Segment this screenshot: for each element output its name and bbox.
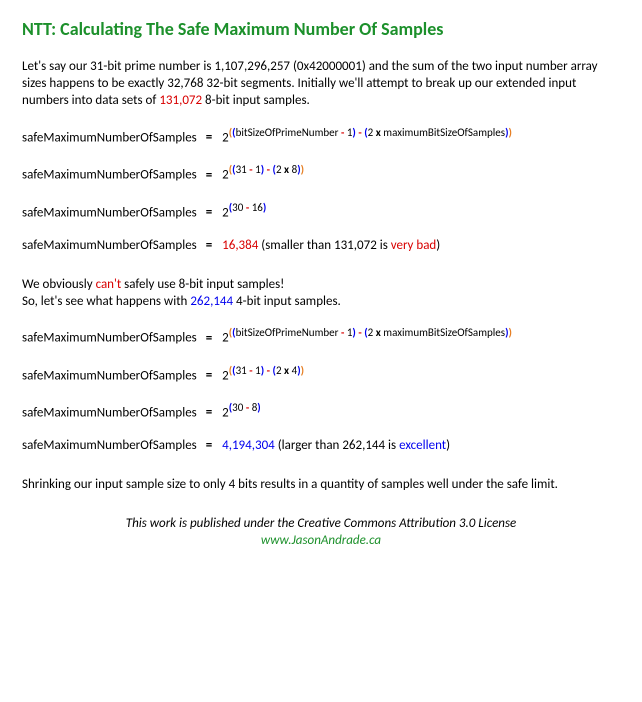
equals-sign: = xyxy=(206,130,213,145)
result-value: 16,384 xyxy=(222,238,258,253)
equation-1: safeMaximumNumberOfSamples = 2((bitSizeO… xyxy=(22,126,620,147)
page-title: NTT: Calculating The Safe Maximum Number… xyxy=(22,18,620,41)
exp-30: 30 xyxy=(232,201,243,214)
equals-sign: = xyxy=(206,331,213,346)
eq-exponent: ((31 - 1) - (2 x 8)) xyxy=(229,163,304,176)
equals-sign: = xyxy=(206,205,213,220)
intro-text-c: 8-bit input samples. xyxy=(202,93,310,108)
mid-e: 262,144 xyxy=(190,294,233,309)
result-tail-a: (larger than 262,144 is xyxy=(275,438,399,453)
equals-sign: = xyxy=(206,368,213,383)
exp-16: 16 xyxy=(252,201,263,214)
eq-base: 2 xyxy=(222,405,229,420)
footer: This work is published under the Creativ… xyxy=(22,516,620,550)
eq-base: 2 xyxy=(222,205,229,220)
eq-exponent: (30 - 8) xyxy=(229,401,261,414)
equation-3: safeMaximumNumberOfSamples = 2(30 - 16) xyxy=(22,201,620,222)
conclusion-paragraph: Shrinking our input sample size to only … xyxy=(22,477,620,494)
exp-two: 2 xyxy=(368,326,374,339)
equation-4-result: safeMaximumNumberOfSamples = 16,384 (sma… xyxy=(22,238,620,255)
intro-count: 131,072 xyxy=(159,93,202,108)
author-link[interactable]: www.JasonAndrade.ca xyxy=(261,533,381,548)
exp-mult: x xyxy=(376,326,381,339)
eq-base: 2 xyxy=(222,331,229,346)
eq-lhs: safeMaximumNumberOfSamples xyxy=(22,168,197,183)
exp-mult: x xyxy=(284,364,289,377)
eq-exponent: ((bitSizeOfPrimeNumber - 1) - (2 x maxim… xyxy=(229,126,512,139)
exp-max: maximumBitSizeOfSamples xyxy=(383,126,505,139)
exp-mult: x xyxy=(376,126,381,139)
eq-lhs: safeMaximumNumberOfSamples xyxy=(22,438,197,453)
equation-5: safeMaximumNumberOfSamples = 2((bitSizeO… xyxy=(22,326,620,347)
result-tail-b: excellent xyxy=(399,438,446,453)
mid-paragraph: We obviously can't safely use 8-bit inpu… xyxy=(22,277,620,311)
mid-a: We obviously xyxy=(22,277,96,292)
result-tail-c: ) xyxy=(446,438,450,453)
exp-two: 2 xyxy=(276,163,282,176)
equals-sign: = xyxy=(206,168,213,183)
eq-lhs: safeMaximumNumberOfSamples xyxy=(22,405,197,420)
eq-lhs: safeMaximumNumberOfSamples xyxy=(22,205,197,220)
exp-bits: bitSizeOfPrimeNumber xyxy=(236,126,339,139)
eq-base: 2 xyxy=(222,168,229,183)
eq-exponent: ((31 - 1) - (2 x 4)) xyxy=(229,364,304,377)
exp-31: 31 xyxy=(236,364,247,377)
result-tail-b: very bad xyxy=(391,238,437,253)
eq-lhs: safeMaximumNumberOfSamples xyxy=(22,238,197,253)
mid-b: can't xyxy=(96,277,122,292)
exp-two: 2 xyxy=(368,126,374,139)
mid-c: safely use 8-bit input samples! xyxy=(121,277,284,292)
equals-sign: = xyxy=(206,438,213,453)
equation-8-result: safeMaximumNumberOfSamples = 4,194,304 (… xyxy=(22,438,620,455)
eq-lhs: safeMaximumNumberOfSamples xyxy=(22,130,197,145)
mid-f: 4-bit input samples. xyxy=(233,294,341,309)
equation-6: safeMaximumNumberOfSamples = 2((31 - 1) … xyxy=(22,364,620,385)
eq-base: 2 xyxy=(222,130,229,145)
eq-exponent: (30 - 16) xyxy=(229,201,267,214)
equation-2: safeMaximumNumberOfSamples = 2((31 - 1) … xyxy=(22,163,620,184)
exp-31: 31 xyxy=(236,163,247,176)
result-tail-a: (smaller than 131,072 is xyxy=(258,238,390,253)
eq-base: 2 xyxy=(222,368,229,383)
eq-exponent: ((bitSizeOfPrimeNumber - 1) - (2 x maxim… xyxy=(229,326,512,339)
equation-7: safeMaximumNumberOfSamples = 2(30 - 8) xyxy=(22,401,620,422)
result-value: 4,194,304 xyxy=(222,438,275,453)
eq-lhs: safeMaximumNumberOfSamples xyxy=(22,368,197,383)
exp-bits: bitSizeOfPrimeNumber xyxy=(236,326,339,339)
equals-sign: = xyxy=(206,405,213,420)
exp-30: 30 xyxy=(232,401,243,414)
equals-sign: = xyxy=(206,238,213,253)
mid-d: So, let's see what happens with xyxy=(22,294,190,309)
exp-two: 2 xyxy=(276,364,282,377)
result-tail-c: ) xyxy=(436,238,440,253)
eq-lhs: safeMaximumNumberOfSamples xyxy=(22,331,197,346)
exp-mult: x xyxy=(284,163,289,176)
license-text: This work is published under the Creativ… xyxy=(126,516,516,531)
exp-max: maximumBitSizeOfSamples xyxy=(383,326,505,339)
intro-paragraph: Let's say our 31-bit prime number is 1,1… xyxy=(22,59,620,110)
